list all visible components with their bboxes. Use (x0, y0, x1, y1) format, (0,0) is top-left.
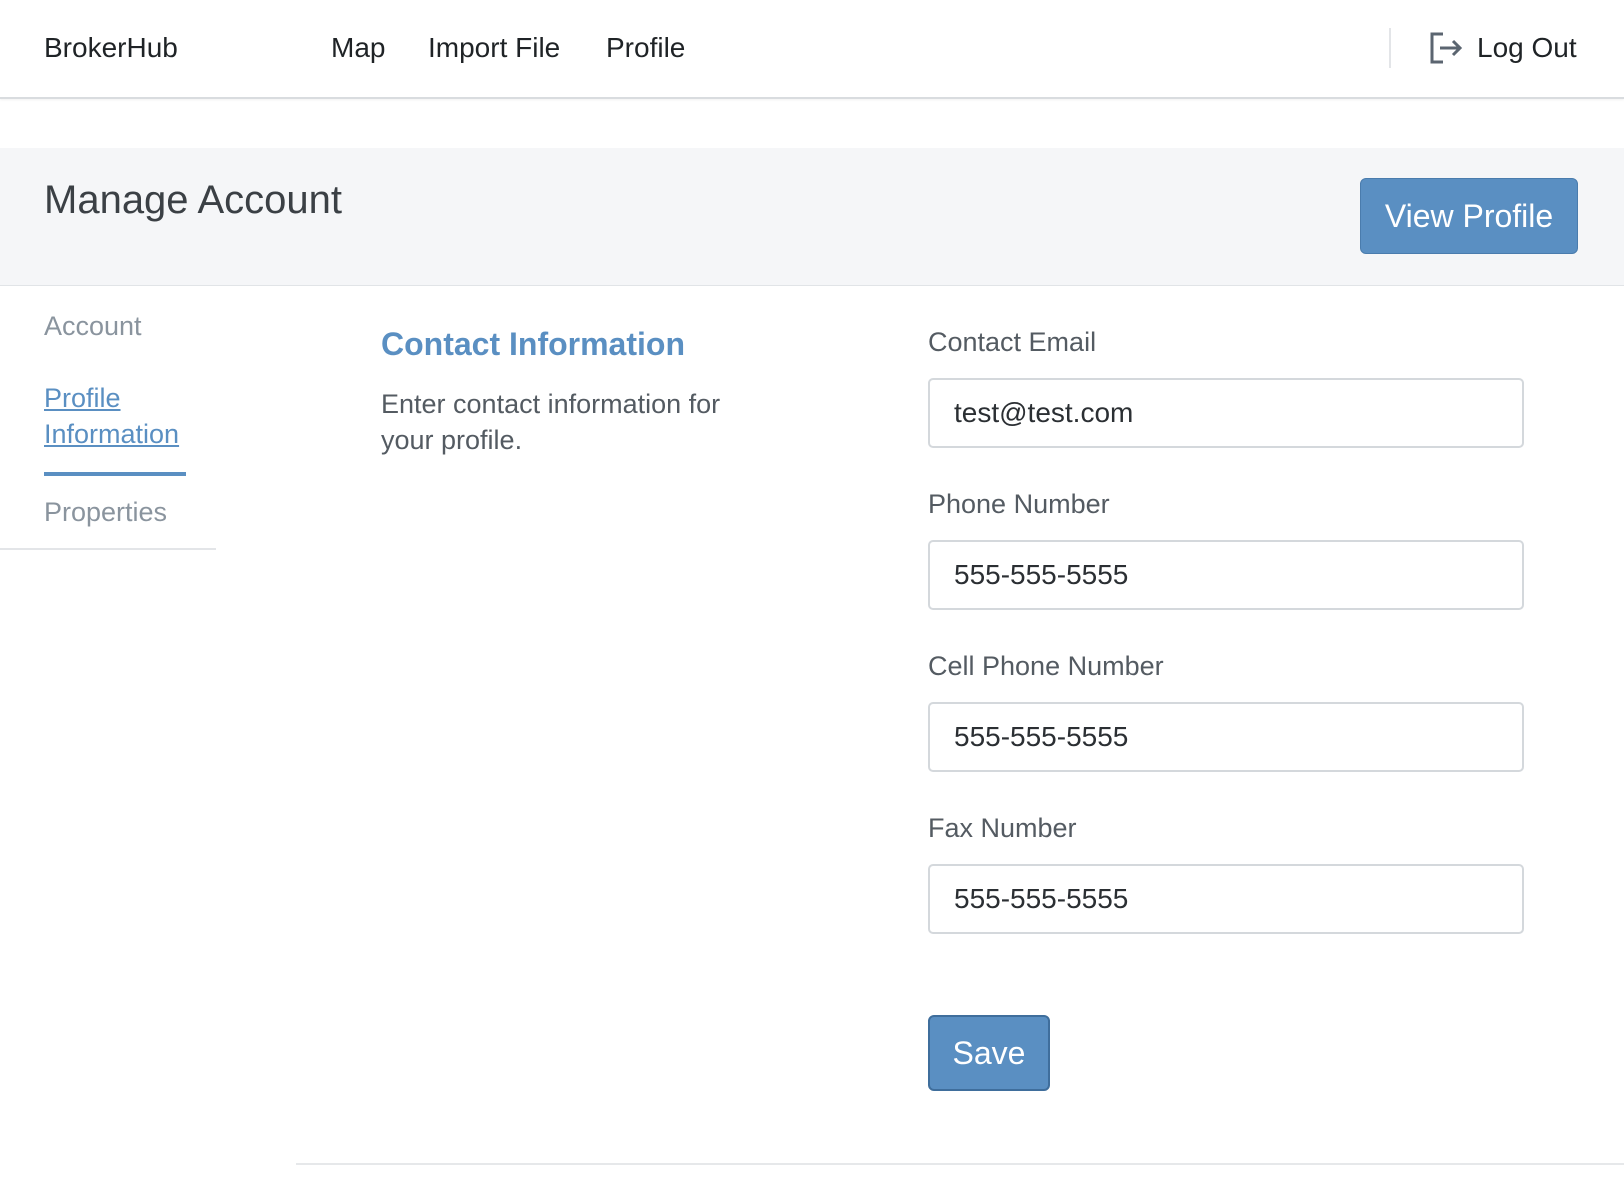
top-navbar: BrokerHub Map Import File Profile Log Ou… (0, 0, 1624, 99)
account-sidebar: Account Profile Information Properties (0, 286, 216, 550)
nav-link-map[interactable]: Map (331, 32, 385, 64)
fax-number-label: Fax Number (928, 813, 1077, 843)
sidebar-active-indicator (44, 472, 186, 476)
cell-phone-number-label: Cell Phone Number (928, 651, 1164, 681)
fax-number-input[interactable] (928, 864, 1524, 934)
sidebar-item-profile-information[interactable]: Profile Information (44, 380, 194, 452)
phone-number-input[interactable] (928, 540, 1524, 610)
logout-button[interactable]: Log Out (1429, 28, 1577, 68)
phone-number-label: Phone Number (928, 489, 1110, 519)
sidebar-item-account[interactable]: Account (44, 308, 142, 344)
page-header: Manage Account View Profile (0, 148, 1624, 286)
contact-email-input[interactable] (928, 378, 1524, 448)
bottom-divider (296, 1163, 1624, 1165)
nav-link-profile[interactable]: Profile (606, 32, 685, 64)
view-profile-button[interactable]: View Profile (1360, 178, 1578, 254)
section-description: Enter contact information for your profi… (381, 389, 721, 455)
section-title: Contact Information (381, 326, 685, 362)
cell-phone-number-input[interactable] (928, 702, 1524, 772)
nav-link-import-file[interactable]: Import File (428, 32, 560, 64)
sidebar-item-properties[interactable]: Properties (44, 494, 167, 530)
nav-divider (1389, 28, 1391, 68)
contact-email-label: Contact Email (928, 327, 1097, 357)
logout-icon (1429, 31, 1463, 65)
page-title: Manage Account (44, 178, 342, 222)
brand-logo-text[interactable]: BrokerHub (44, 32, 178, 64)
save-button[interactable]: Save (928, 1015, 1050, 1091)
logout-label: Log Out (1477, 32, 1577, 63)
